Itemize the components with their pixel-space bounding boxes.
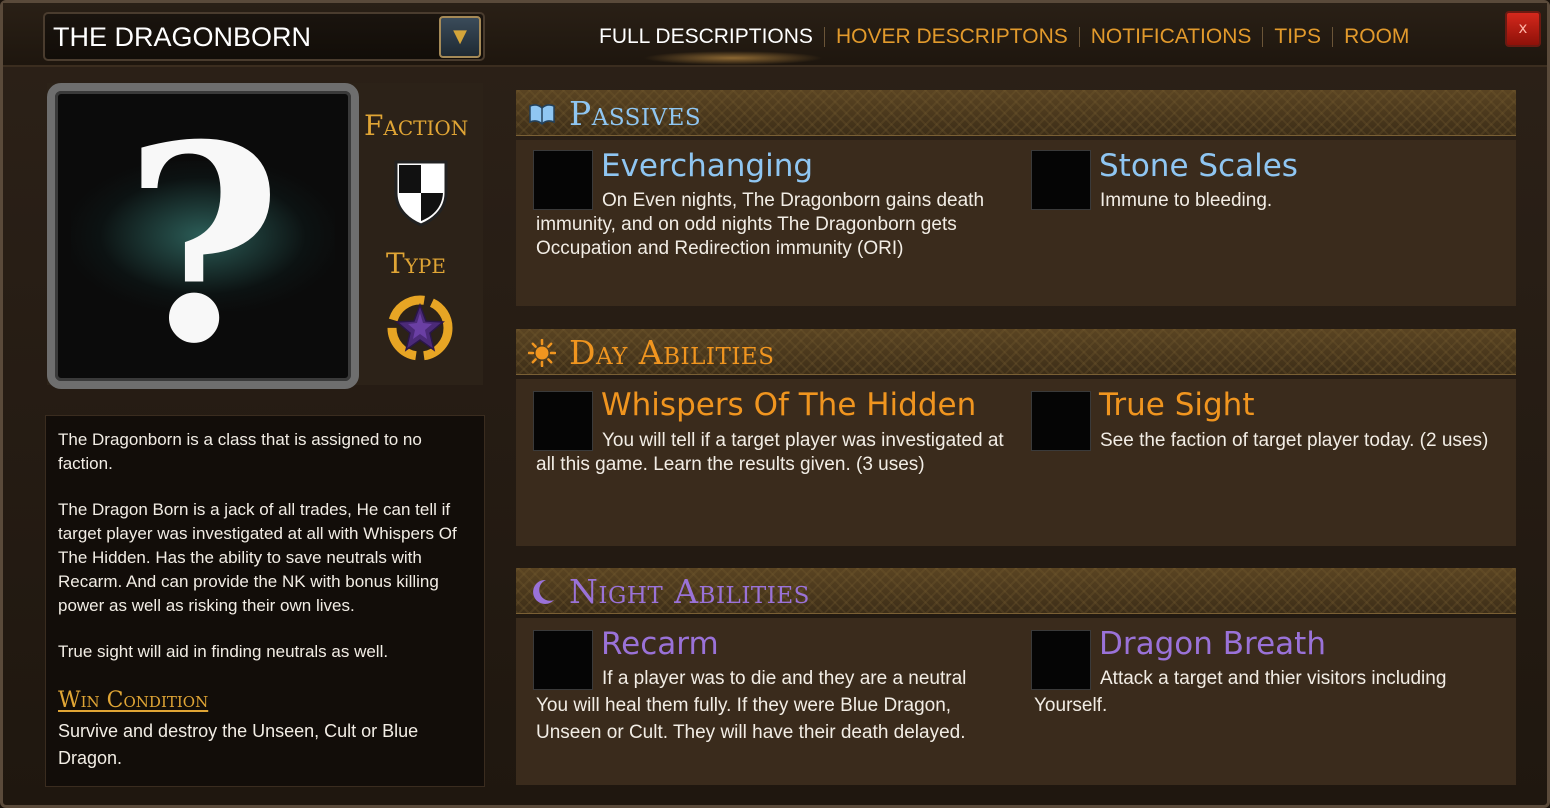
ability-description: See the faction of target player today. …	[1100, 430, 1489, 451]
night-abilities-header: Night Abilities	[516, 568, 1516, 614]
type-label: Type	[386, 247, 446, 280]
role-description: The Dragonborn is a class that is assign…	[58, 428, 458, 686]
ability-name: Stone Scales	[1099, 148, 1298, 184]
tab-full-descriptions[interactable]: FULL DESCRIPTIONS	[599, 25, 824, 49]
role-card-window: THE DRAGONBORN ▼ FULL DESCRIPTIONS HOVER…	[0, 0, 1550, 808]
close-button[interactable]: x	[1505, 11, 1541, 47]
day-abilities-body: Whispers Of The Hidden You will tell if …	[516, 379, 1516, 546]
moon-icon	[533, 579, 554, 604]
description-paragraph: True sight will aid in finding neutrals …	[58, 642, 389, 661]
tab-room[interactable]: ROOM	[1333, 25, 1420, 49]
role-dropdown[interactable]: THE DRAGONBORN ▼	[43, 12, 485, 61]
faction-label: Faction	[364, 109, 469, 142]
ability-name: True Sight	[1099, 387, 1255, 423]
chevron-down-icon[interactable]: ▼	[439, 16, 481, 58]
ability-description: Attack a target and thier visitors inclu…	[1034, 668, 1447, 716]
top-bar: THE DRAGONBORN ▼ FULL DESCRIPTIONS HOVER…	[3, 3, 1547, 67]
description-paragraph: The Dragonborn is a class that is assign…	[58, 430, 422, 473]
tab-tips[interactable]: TIPS	[1263, 25, 1332, 49]
role-portrait: ?	[47, 83, 359, 389]
description-paragraph: The Dragon Born is a jack of all trades,…	[58, 500, 457, 615]
active-tab-glow	[643, 51, 823, 65]
day-abilities-header: Day Abilities	[516, 329, 1516, 375]
purple-star-ring-icon	[387, 295, 453, 361]
ability-description: On Even nights, The Dragonborn gains dea…	[536, 190, 985, 259]
night-abilities-title: Night Abilities	[569, 572, 810, 611]
win-condition-text: Survive and destroy the Unseen, Cult or …	[58, 721, 419, 768]
ability-name: Dragon Breath	[1099, 626, 1326, 662]
night-abilities-body: Recarm If a player was to die and they a…	[516, 618, 1516, 785]
tab-bar: FULL DESCRIPTIONS HOVER DESCRIPTONS NOTI…	[599, 21, 1420, 53]
book-icon	[529, 104, 555, 126]
ability-name: Whispers Of The Hidden	[601, 387, 977, 423]
win-condition-title: Win Condition	[58, 688, 209, 713]
passives-body: Everchanging On Even nights, The Dragonb…	[516, 140, 1516, 306]
sun-icon	[528, 339, 556, 367]
ability-name: Recarm	[601, 626, 719, 662]
ability-description: Immune to bleeding.	[1100, 190, 1273, 211]
passives-title: Passives	[569, 94, 702, 133]
ability-icon-slot	[1031, 391, 1091, 451]
question-mark-icon: ?	[123, 85, 283, 403]
day-abilities-title: Day Abilities	[569, 333, 775, 372]
passives-header: Passives	[516, 90, 1516, 136]
ability-icon-slot	[1031, 150, 1091, 210]
role-description-panel: The Dragonborn is a class that is assign…	[45, 415, 485, 787]
tab-hover-descriptions[interactable]: HOVER DESCRIPTONS	[825, 25, 1079, 49]
role-dropdown-value: THE DRAGONBORN	[53, 22, 312, 52]
shield-checkered-icon	[394, 160, 448, 227]
ability-description: If a player was to die and they are a ne…	[536, 668, 967, 743]
ability-description: You will tell if a target player was inv…	[536, 430, 1004, 475]
tab-notifications[interactable]: NOTIFICATIONS	[1080, 25, 1263, 49]
ability-name: Everchanging	[601, 148, 814, 184]
